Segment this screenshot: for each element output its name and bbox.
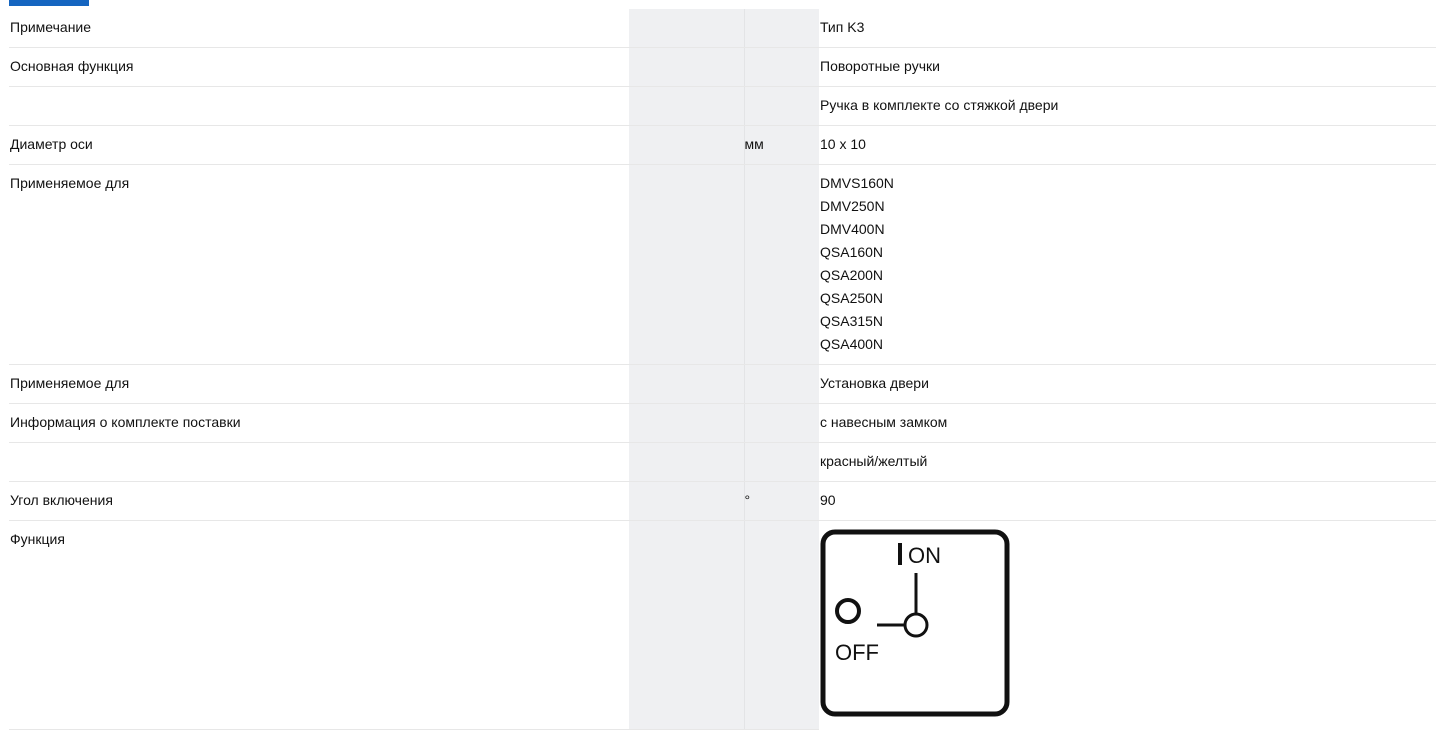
table-row: Ручка в комплекте со стяжкой двери: [9, 86, 1436, 126]
gray-cell: [629, 442, 744, 482]
list-item: DMV250N: [820, 198, 885, 214]
gray-cell: [629, 364, 744, 404]
row-unit: мм: [743, 125, 819, 165]
row-unit: [743, 164, 819, 365]
gray-cell: [629, 9, 744, 48]
off-label: OFF: [835, 640, 879, 665]
on-label: ON: [908, 543, 941, 568]
gray-cell: [629, 125, 744, 165]
table-row: Функция ON OFF: [9, 520, 1436, 730]
row-label: Примечание: [9, 9, 629, 48]
row-label: Диаметр оси: [9, 125, 629, 165]
row-value: 10 x 10: [819, 125, 1436, 165]
table-row: Применяемое для Установка двери: [9, 364, 1436, 404]
table-row: Примечание Тип K3: [9, 9, 1436, 48]
row-value: красный/желтый: [819, 442, 1436, 482]
gray-cell: [629, 403, 744, 443]
row-value: Установка двери: [819, 364, 1436, 404]
row-unit: [743, 403, 819, 443]
list-item: DMV400N: [820, 221, 885, 237]
row-label: Угол включения: [9, 481, 629, 521]
list-item: QSA250N: [820, 290, 884, 306]
row-label: Применяемое для: [9, 164, 629, 365]
row-unit: [743, 86, 819, 126]
row-value: 90: [819, 481, 1436, 521]
row-label: [9, 442, 629, 482]
row-unit: [743, 364, 819, 404]
switch-function-diagram: ON OFF: [820, 529, 1436, 717]
row-value: Тип K3: [819, 9, 1436, 48]
row-value: с навесным замком: [819, 403, 1436, 443]
list-item: QSA315N: [820, 313, 884, 329]
spec-sheet: Примечание Тип K3 Основная функция Повор…: [9, 9, 1436, 730]
gray-cell: [629, 520, 744, 730]
row-unit: °: [743, 481, 819, 521]
row-unit: [743, 47, 819, 87]
off-mark: [835, 598, 861, 624]
spec-table: Примечание Тип K3 Основная функция Повор…: [9, 9, 1436, 730]
row-label: Основная функция: [9, 47, 629, 87]
list-item: DMVS160N: [820, 175, 894, 191]
list-item: QSA200N: [820, 267, 884, 283]
row-value: Поворотные ручки: [819, 47, 1436, 87]
row-label: [9, 86, 629, 126]
table-row: красный/желтый: [9, 442, 1436, 482]
row-unit: [743, 520, 819, 730]
table-row: Диаметр оси мм 10 x 10: [9, 125, 1436, 165]
row-label: Информация о комплекте поставки: [9, 403, 629, 443]
row-unit: [743, 9, 819, 48]
pivot-circle: [903, 612, 929, 638]
gray-cell: [629, 481, 744, 521]
gray-cell: [629, 47, 744, 87]
list-item: QSA160N: [820, 244, 884, 260]
on-off-switch-diagram-icon: ON OFF: [820, 529, 1010, 717]
row-label: Применяемое для: [9, 364, 629, 404]
list-item: QSA400N: [820, 336, 884, 352]
row-label: Функция: [9, 520, 629, 730]
row-unit: [743, 442, 819, 482]
row-value: Ручка в комплекте со стяжкой двери: [819, 86, 1436, 126]
gray-cell: [629, 164, 744, 365]
table-row: Информация о комплекте поставки с навесн…: [9, 403, 1436, 443]
gray-cell: [629, 86, 744, 126]
function-diagram-cell: ON OFF: [819, 521, 1436, 730]
table-row: Основная функция Поворотные ручки: [9, 47, 1436, 87]
table-row: Применяемое для DMVS160N DMV250N DMV400N…: [9, 164, 1436, 365]
header-accent-bar: [9, 0, 89, 6]
row-value-list: DMVS160N DMV250N DMV400N QSA160N QSA200N…: [819, 164, 1436, 365]
table-row: Угол включения ° 90: [9, 481, 1436, 521]
